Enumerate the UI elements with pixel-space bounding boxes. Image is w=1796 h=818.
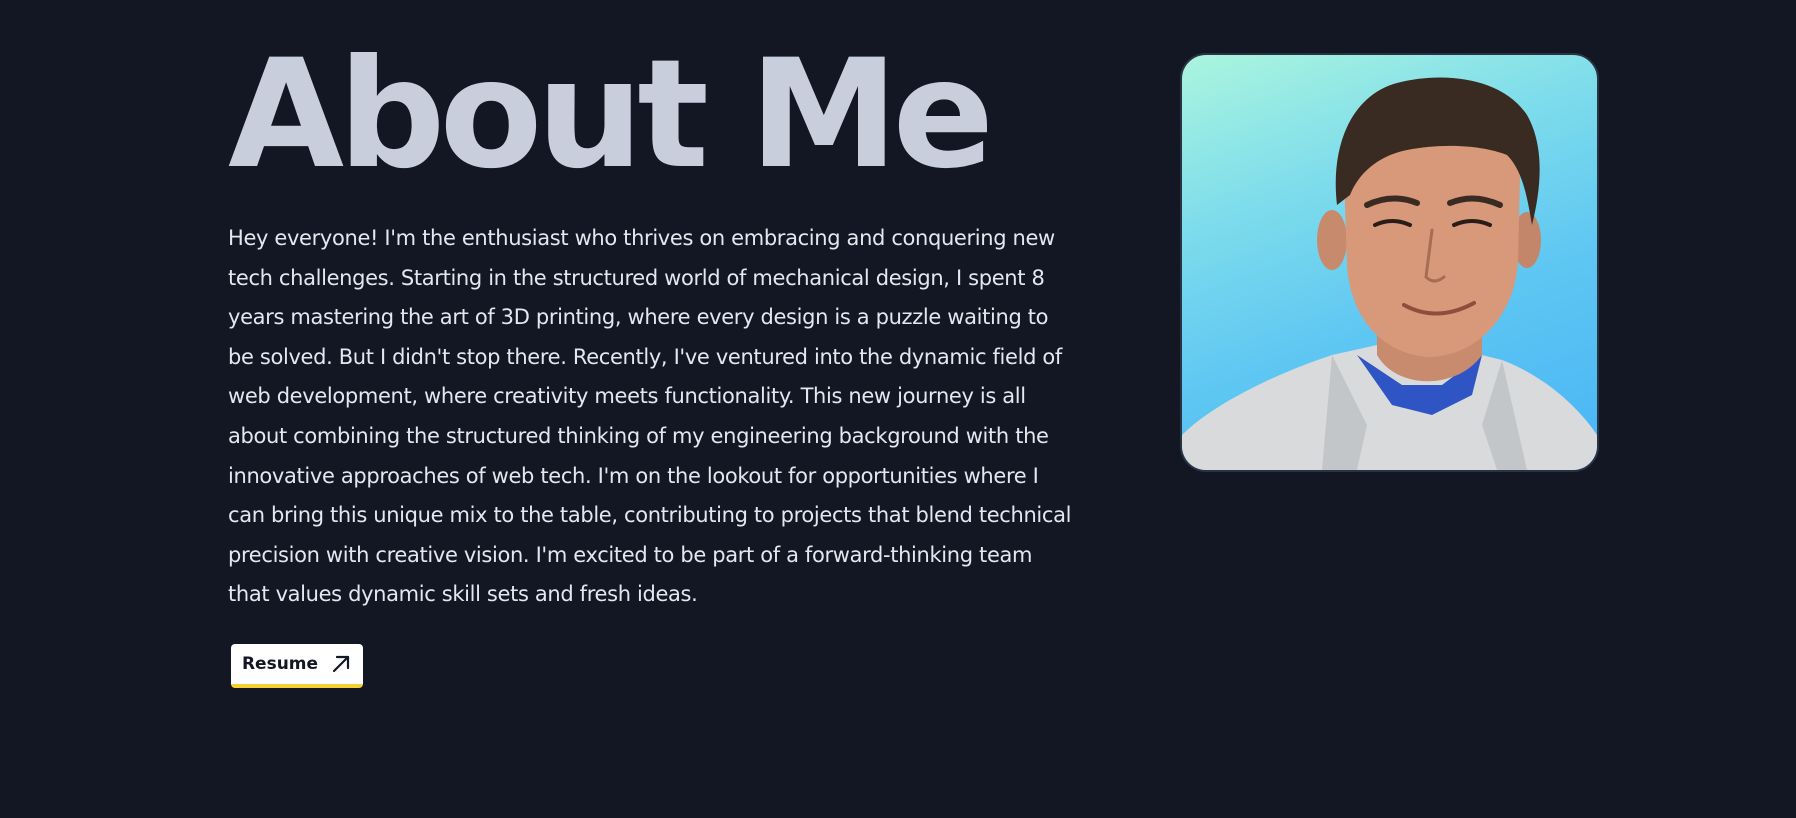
arrow-up-right-icon xyxy=(330,653,352,675)
about-section: About Me Hey everyone! I'm the enthusias… xyxy=(0,0,1796,818)
profile-photo xyxy=(1180,53,1599,472)
resume-button[interactable]: Resume xyxy=(231,644,363,688)
resume-button-label: Resume xyxy=(241,654,319,674)
bio-paragraph: Hey everyone! I'm the enthusiast who thr… xyxy=(228,226,1072,607)
page-title: About Me xyxy=(228,28,994,202)
